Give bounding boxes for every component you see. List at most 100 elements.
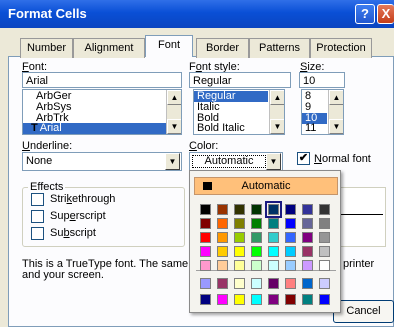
size-option[interactable]: 11: [302, 123, 327, 134]
scroll-down-arrow-icon[interactable]: ▼: [167, 119, 181, 134]
scroll-up-arrow-icon[interactable]: ▲: [167, 90, 181, 105]
color-swatch[interactable]: [285, 294, 296, 305]
color-swatch[interactable]: [251, 260, 262, 271]
color-swatch[interactable]: [217, 260, 228, 271]
normal-font-checkbox[interactable]: ✔: [297, 152, 310, 165]
automatic-color-button[interactable]: Automatic: [194, 177, 338, 195]
color-swatch[interactable]: [268, 278, 279, 289]
color-swatch[interactable]: [302, 218, 313, 229]
scroll-down-arrow-icon[interactable]: ▼: [329, 119, 343, 134]
color-swatch[interactable]: [285, 278, 296, 289]
underline-select[interactable]: None: [22, 152, 182, 171]
strikethrough-checkbox[interactable]: [31, 193, 44, 206]
color-swatch[interactable]: [200, 204, 211, 215]
tab-alignment[interactable]: Alignment: [73, 38, 145, 58]
color-swatch[interactable]: [302, 246, 313, 257]
color-swatch[interactable]: [285, 246, 296, 257]
color-swatch[interactable]: [285, 232, 296, 243]
tab-number[interactable]: Number: [20, 38, 73, 58]
color-swatch[interactable]: [234, 218, 245, 229]
color-swatch[interactable]: [268, 218, 279, 229]
chevron-down-icon[interactable]: ▼: [165, 153, 180, 170]
color-swatch[interactable]: [319, 204, 330, 215]
scroll-up-arrow-icon[interactable]: ▲: [329, 90, 343, 105]
subscript-checkbox[interactable]: [31, 227, 44, 240]
tab-patterns[interactable]: Patterns: [249, 38, 310, 58]
color-swatch[interactable]: [234, 260, 245, 271]
window-title: Format Cells: [8, 6, 87, 21]
font-list[interactable]: ArbGer ArbSys ArbTrk T Arial ▲ ▼: [22, 89, 182, 135]
font-list-scrollbar[interactable]: ▲ ▼: [166, 90, 181, 134]
size-input[interactable]: 10: [299, 72, 345, 88]
color-swatch[interactable]: [302, 278, 313, 289]
color-swatch[interactable]: [234, 246, 245, 257]
color-swatch[interactable]: [285, 218, 296, 229]
color-swatch[interactable]: [302, 204, 313, 215]
color-swatch[interactable]: [285, 204, 296, 215]
color-swatch[interactable]: [200, 246, 211, 257]
scroll-up-arrow-icon[interactable]: ▲: [270, 90, 284, 105]
color-swatch[interactable]: [251, 218, 262, 229]
size-list[interactable]: 8 9 10 11 ▲ ▼: [301, 89, 344, 135]
color-swatch[interactable]: [200, 232, 211, 243]
color-swatch[interactable]: [217, 246, 228, 257]
tab-font[interactable]: Font: [145, 35, 193, 57]
color-swatch[interactable]: [217, 232, 228, 243]
style-list-scrollbar[interactable]: ▲ ▼: [269, 90, 284, 134]
color-swatch[interactable]: [217, 278, 228, 289]
color-swatch[interactable]: [319, 260, 330, 271]
color-swatch[interactable]: [217, 204, 228, 215]
superscript-checkbox[interactable]: [31, 210, 44, 223]
color-swatch[interactable]: [234, 278, 245, 289]
color-swatch[interactable]: [268, 260, 279, 271]
color-swatch[interactable]: [302, 260, 313, 271]
color-swatch[interactable]: [251, 204, 262, 215]
chevron-down-icon[interactable]: ▼: [266, 153, 281, 170]
color-swatch[interactable]: [319, 232, 330, 243]
font-style-list[interactable]: Regular Italic Bold Bold Italic ▲ ▼: [193, 89, 285, 135]
subscript-label: Subscript: [50, 227, 96, 239]
style-option[interactable]: Bold Italic: [194, 123, 268, 134]
effects-title: Effects: [28, 181, 66, 193]
truetype-note-line2: and your screen.: [22, 269, 104, 281]
font-input[interactable]: Arial: [22, 72, 182, 88]
color-swatch[interactable]: [200, 278, 211, 289]
tab-border[interactable]: Border: [196, 38, 249, 58]
color-swatch[interactable]: [251, 278, 262, 289]
color-swatch[interactable]: [251, 246, 262, 257]
color-swatch[interactable]: [217, 294, 228, 305]
font-style-input[interactable]: Regular: [189, 72, 291, 88]
color-swatch[interactable]: [234, 294, 245, 305]
size-list-scrollbar[interactable]: ▲ ▼: [328, 90, 343, 134]
color-swatch[interactable]: [302, 294, 313, 305]
color-swatch[interactable]: [319, 246, 330, 257]
font-option-selected[interactable]: T Arial: [23, 123, 166, 134]
close-button[interactable]: X: [377, 4, 394, 24]
color-swatch[interactable]: [319, 278, 330, 289]
scroll-down-arrow-icon[interactable]: ▼: [270, 119, 284, 134]
color-select-value: Automatic: [192, 155, 266, 168]
color-swatch[interactable]: [268, 246, 279, 257]
cancel-button[interactable]: Cancel: [333, 300, 394, 323]
color-swatch[interactable]: [217, 218, 228, 229]
color-swatch[interactable]: [251, 294, 262, 305]
color-swatch[interactable]: [302, 232, 313, 243]
color-swatch[interactable]: [285, 260, 296, 271]
color-swatch[interactable]: [319, 218, 330, 229]
color-swatch[interactable]: [265, 201, 282, 218]
automatic-color-label: Automatic: [241, 180, 291, 192]
color-swatch[interactable]: [268, 294, 279, 305]
color-swatch[interactable]: [319, 294, 330, 305]
color-swatch[interactable]: [200, 294, 211, 305]
color-swatch[interactable]: [200, 260, 211, 271]
color-swatch[interactable]: [251, 232, 262, 243]
help-button[interactable]: ?: [355, 4, 375, 24]
color-swatch[interactable]: [234, 232, 245, 243]
color-swatch[interactable]: [200, 218, 211, 229]
truetype-note-line1-end: printer: [343, 258, 375, 270]
color-palette-popup: Automatic: [189, 170, 341, 313]
color-swatch[interactable]: [268, 232, 279, 243]
preview-baseline: [335, 214, 383, 215]
color-swatch[interactable]: [234, 204, 245, 215]
tab-protection[interactable]: Protection: [310, 38, 372, 58]
